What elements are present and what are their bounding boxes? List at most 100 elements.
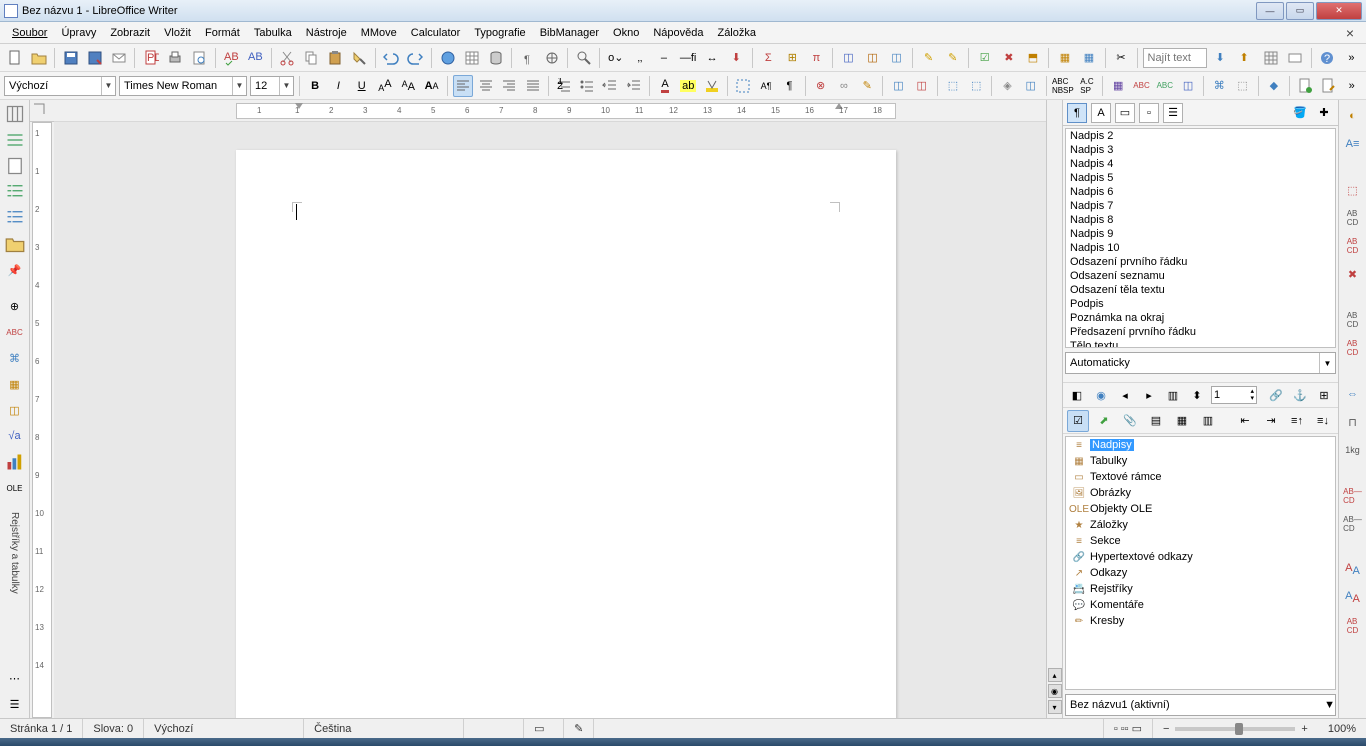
status-signature[interactable]: ✎ [564, 719, 594, 738]
ls-page-icon[interactable] [5, 156, 25, 176]
ext4-button[interactable]: ◫ [838, 47, 859, 69]
nav-node[interactable]: ≡Sekce [1066, 533, 1335, 549]
styles-new-button[interactable]: ✚ [1314, 103, 1334, 123]
vertical-scrollbar[interactable]: ▴ ◉ ▾ [1046, 100, 1062, 718]
ext7-button[interactable]: ✎ [918, 47, 939, 69]
status-language[interactable]: Čeština [304, 719, 464, 738]
ls-abc-icon[interactable]: ABC [5, 322, 25, 342]
ext31-button[interactable]: ◆ [1264, 75, 1284, 97]
ext27-button[interactable]: ABC [1155, 75, 1175, 97]
typo2-button[interactable]: – [653, 47, 674, 69]
char-button[interactable]: A¶ [756, 75, 776, 97]
select-all-button[interactable] [733, 75, 753, 97]
menu-zobrazit[interactable]: Zobrazit [104, 25, 156, 41]
close-button[interactable]: ✕ [1316, 2, 1362, 20]
ext29-button[interactable]: ⌘ [1209, 75, 1229, 97]
fs-btn1[interactable]: ◐ [1343, 106, 1363, 126]
fs-btn10[interactable]: ⊓ [1343, 412, 1363, 432]
open-button[interactable] [28, 47, 49, 69]
scroll-nav-icon[interactable]: ◉ [1048, 684, 1062, 698]
fontsize-toggle-button[interactable]: AA [421, 75, 441, 97]
nav-anchor2-button[interactable]: ▥ [1197, 410, 1219, 432]
saveas-button[interactable] [84, 47, 105, 69]
style-item[interactable]: Odsazení prvního řádku [1066, 255, 1335, 269]
find-prev-button[interactable]: ⬆ [1234, 47, 1255, 69]
ext10-button[interactable]: ✖ [998, 47, 1019, 69]
view-multi-icon[interactable]: ▫▫ [1121, 723, 1129, 735]
autospell-button[interactable]: ABC [245, 47, 266, 69]
italic-button[interactable]: I [328, 75, 348, 97]
menu-napoveda[interactable]: Nápověda [647, 25, 709, 41]
nav-node[interactable]: 💬Komentáře [1066, 597, 1335, 613]
styles-character-tab[interactable]: A [1091, 103, 1111, 123]
ext19-button[interactable]: ◫ [888, 75, 908, 97]
menu-okno[interactable]: Okno [607, 25, 645, 41]
new-button[interactable] [4, 47, 25, 69]
status-zoom-slider[interactable]: −+ [1153, 719, 1318, 738]
underline-button[interactable]: U [352, 75, 372, 97]
ext30-button[interactable]: ⬚ [1232, 75, 1252, 97]
preview-button[interactable] [188, 47, 209, 69]
ls-lines-icon[interactable] [5, 130, 25, 150]
ls-settings-icon[interactable]: ☰ [5, 694, 25, 714]
ext28-button[interactable]: ◫ [1178, 75, 1198, 97]
bold-button[interactable]: B [305, 75, 325, 97]
ls-grid-icon[interactable] [5, 104, 25, 124]
menu-vlozit[interactable]: Vložit [158, 25, 197, 41]
menu-format[interactable]: Formát [199, 25, 246, 41]
maximize-button[interactable]: ▭ [1286, 2, 1314, 20]
ls-chart-icon[interactable] [5, 452, 25, 472]
ext14-button[interactable]: ✂ [1111, 47, 1132, 69]
hyperlink-button[interactable] [437, 47, 458, 69]
style-item[interactable]: Nadpis 7 [1066, 199, 1335, 213]
print-button[interactable] [164, 47, 185, 69]
ext6-button[interactable]: ◫ [886, 47, 907, 69]
nav-root-button[interactable]: ⬈ [1093, 410, 1115, 432]
ls-list1-icon[interactable] [5, 182, 25, 202]
fs-btn16[interactable]: ABCD [1343, 616, 1363, 636]
document-close-button[interactable]: × [1340, 25, 1360, 41]
redo-button[interactable] [405, 47, 426, 69]
ext18-button[interactable]: ✎ [857, 75, 877, 97]
help-button[interactable]: ? [1317, 47, 1338, 69]
align-left-button[interactable] [453, 75, 473, 97]
ext33-button[interactable] [1318, 75, 1338, 97]
undo-button[interactable] [381, 47, 402, 69]
find-replace-button[interactable] [573, 47, 594, 69]
ext13-button[interactable]: ▦ [1078, 47, 1099, 69]
style-item[interactable]: Odsazení těla textu [1066, 283, 1335, 297]
scroll-up-icon[interactable]: ▴ [1048, 668, 1062, 682]
nav-level-field[interactable]: 1▴▾ [1211, 386, 1257, 404]
ls-sqrt-icon[interactable]: √a [5, 426, 25, 446]
format-paintbrush-button[interactable] [349, 47, 370, 69]
indent-increase-button[interactable] [624, 75, 644, 97]
typo3-button[interactable]: —fi [678, 47, 699, 69]
find-next-button[interactable]: ⬇ [1210, 47, 1231, 69]
style-item[interactable]: Nadpis 8 [1066, 213, 1335, 227]
datasource-button[interactable] [485, 47, 506, 69]
styles-list[interactable]: Nadpis 2Nadpis 3Nadpis 4Nadpis 5Nadpis 6… [1065, 128, 1336, 348]
ext1-button[interactable]: Σ [758, 47, 779, 69]
nav-clip-button[interactable]: 📎 [1119, 410, 1141, 432]
spellcheck-button[interactable]: ABC [220, 47, 241, 69]
horizontal-ruler[interactable]: 1123456789101112131415161718 [236, 103, 896, 119]
styles-list-tab[interactable]: ☰ [1163, 103, 1183, 123]
zoom-button[interactable]: o⌄ [605, 47, 626, 69]
status-zoom-value[interactable]: 100% [1318, 719, 1366, 738]
style-filter-combo[interactable]: Automaticky▼ [1065, 352, 1336, 374]
fs-btn11[interactable]: 1kg [1343, 440, 1363, 460]
menu-soubor[interactable]: Soubor [6, 25, 53, 41]
navigator-document-combo[interactable]: Bez názvu1 (aktivní)▼ [1065, 694, 1336, 716]
nav-anchor-button[interactable]: ⚓ [1290, 385, 1310, 405]
pdf-button[interactable]: PDF [140, 47, 161, 69]
ext12-button[interactable]: ▦ [1054, 47, 1075, 69]
typo1-button[interactable]: ‚‚ [629, 47, 650, 69]
status-words[interactable]: Slova: 0 [83, 719, 144, 738]
nav-next-button[interactable]: ▸ [1139, 385, 1159, 405]
ext20-button[interactable]: ◫ [912, 75, 932, 97]
style-item[interactable]: Předsazení prvního řádku [1066, 325, 1335, 339]
align-center-button[interactable] [476, 75, 496, 97]
nav-node[interactable]: ★Záložky [1066, 517, 1335, 533]
menu-typografie[interactable]: Typografie [468, 25, 531, 41]
nav-node[interactable]: 📇Rejstříky [1066, 581, 1335, 597]
